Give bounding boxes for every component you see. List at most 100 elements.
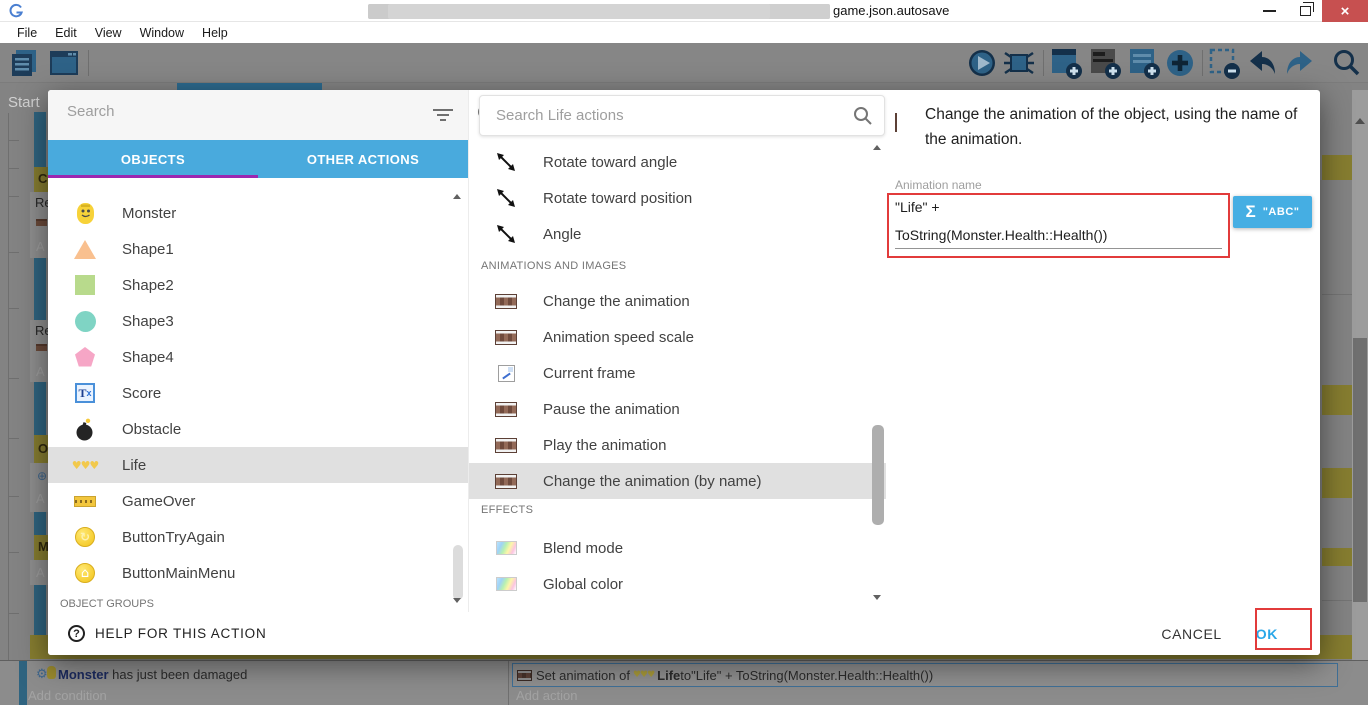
actions-scroll-down-icon[interactable] [873,595,881,600]
action-item-change-animation[interactable]: Change the animation [469,283,886,319]
expression-editor-button[interactable]: Σ "ABC" [1233,196,1312,228]
action-item-play-animation[interactable]: Play the animation [469,427,886,463]
project-manager-icon[interactable] [10,47,40,79]
tab-objects[interactable]: OBJECTS [48,140,258,178]
add-condition-link: Add condition [28,688,107,703]
animation-name-label: Animation name [895,178,982,192]
cancel-button[interactable]: CANCEL [1161,626,1221,642]
action-item-global-color[interactable]: Global color [469,566,886,602]
close-button[interactable]: × [1322,0,1368,22]
film-icon [485,437,527,453]
actions-scroll-up-icon[interactable] [873,145,881,150]
toolbar [0,43,1368,83]
action-item-pause-animation[interactable]: Pause the animation [469,391,886,427]
filter-icon[interactable] [431,107,455,123]
title-bar: game.json.autosave × [0,0,1368,22]
action-object-name: Life [657,667,681,683]
list-scroll-up-icon[interactable] [453,194,461,199]
circle-icon [64,310,106,332]
comment-fragment: C [38,171,48,186]
object-item-life[interactable]: ♥♥♥ Life [48,447,468,483]
scene-editor-icon[interactable] [48,47,80,79]
scrollbar-thumb [1353,338,1367,602]
film-icon [485,293,527,309]
object-item-buttonmainmenu[interactable]: ⌂ ButtonMainMenu [48,555,468,591]
objects-tabs: OBJECTS OTHER ACTIONS [48,140,468,178]
action-item-current-frame[interactable]: Current frame [469,355,886,391]
object-item-obstacle[interactable]: Obstacle [48,411,468,447]
list-scroll-down-icon[interactable] [453,598,461,603]
add-subevent-icon[interactable] [1128,47,1162,81]
add-fragment: A [36,491,45,506]
animation-name-input[interactable]: "Life" + ToString(Monster.Health::Health(… [895,194,1225,250]
objects-search-input[interactable] [65,102,405,121]
add-action-link: Add action [516,688,578,703]
list-scrollbar-thumb[interactable] [453,545,463,600]
gdevelop-logo-icon [9,3,24,18]
menu-file[interactable]: File [8,26,46,40]
add-circle-icon[interactable] [1164,47,1196,79]
undo-icon[interactable] [1248,47,1278,79]
help-button[interactable]: ? HELP FOR THIS ACTION [68,625,267,642]
menu-view[interactable]: View [86,26,131,40]
condition-text: Monster has just been damaged [58,667,248,682]
delete-event-icon[interactable] [1208,47,1242,81]
actions-search-input[interactable] [494,106,824,125]
gradient-icon [485,577,527,591]
action-item-angle[interactable]: Angle [469,216,886,252]
column-divider [508,661,509,705]
object-item-shape2[interactable]: Shape2 [48,267,468,303]
action-item-animation-speed-scale[interactable]: Animation speed scale [469,319,886,355]
object-groups-header: OBJECT GROUPS [60,598,154,610]
rotate-icon [485,188,527,208]
restore-button[interactable] [1288,0,1322,22]
input-underline [895,248,1222,249]
action-text: Set animation of [536,667,630,683]
action-item-change-animation-by-name[interactable]: Change the animation (by name) [469,463,886,499]
gear-fragment-icon: ⊕ [37,469,48,483]
object-item-buttontryagain[interactable]: ↻ ButtonTryAgain [48,519,468,555]
search-toolbar-icon[interactable] [1330,47,1362,79]
object-item-gameover[interactable]: GameOver [48,483,468,519]
sigma-icon: Σ [1245,202,1256,221]
menu-edit[interactable]: Edit [46,26,86,40]
object-item-score[interactable]: Tx Score [48,375,468,411]
condition-object-name: Monster [58,667,109,682]
frame-icon [485,364,527,382]
object-item-shape3[interactable]: Shape3 [48,303,468,339]
objects-panel: OBJECTS OTHER ACTIONS Monster Shape1 Sha… [48,90,496,612]
menu-help[interactable]: Help [193,26,237,40]
film-icon [485,329,527,345]
action-item-blend-mode[interactable]: Blend mode [469,530,886,566]
add-event-icon[interactable] [1050,47,1084,81]
toolbar-separator [88,50,89,76]
debug-icon[interactable] [1002,47,1036,79]
play-icon[interactable] [966,47,998,79]
object-item-monster[interactable]: Monster [48,195,468,231]
tab-other-actions[interactable]: OTHER ACTIONS [258,140,468,178]
add-fragment: A [36,239,45,254]
actions-search-box [479,95,885,136]
event-row: ⚙ Monster has just been damaged Add cond… [0,660,1368,705]
banner-icon [64,495,106,507]
pentagon-icon [64,346,106,368]
menu-bar: File Edit View Window Help [0,23,1368,43]
minimize-button[interactable] [1252,0,1286,22]
actions-scrollbar-thumb[interactable] [872,425,884,525]
ok-button[interactable]: OK [1256,626,1278,642]
redo-icon[interactable] [1284,47,1314,79]
comment-fragment: O [38,441,49,456]
action-description: Change the animation of the object, usin… [925,106,1298,148]
events-tab-label: Start [8,94,40,111]
action-expression: "Life" + ToString(Monster.Health::Health… [691,667,934,683]
action-item-rotate-toward-angle[interactable]: Rotate toward angle [469,144,886,180]
menu-window[interactable]: Window [131,26,193,40]
selected-action-box: Set animation of ♥♥♥ Life to "Life" + To… [512,663,1338,687]
object-item-shape4[interactable]: Shape4 [48,339,468,375]
scroll-up-icon [1355,118,1365,124]
bomb-icon [64,418,106,441]
square-icon [64,275,106,295]
object-item-shape1[interactable]: Shape1 [48,231,468,267]
add-comment-icon[interactable] [1089,47,1123,81]
action-item-rotate-toward-position[interactable]: Rotate toward position [469,180,886,216]
